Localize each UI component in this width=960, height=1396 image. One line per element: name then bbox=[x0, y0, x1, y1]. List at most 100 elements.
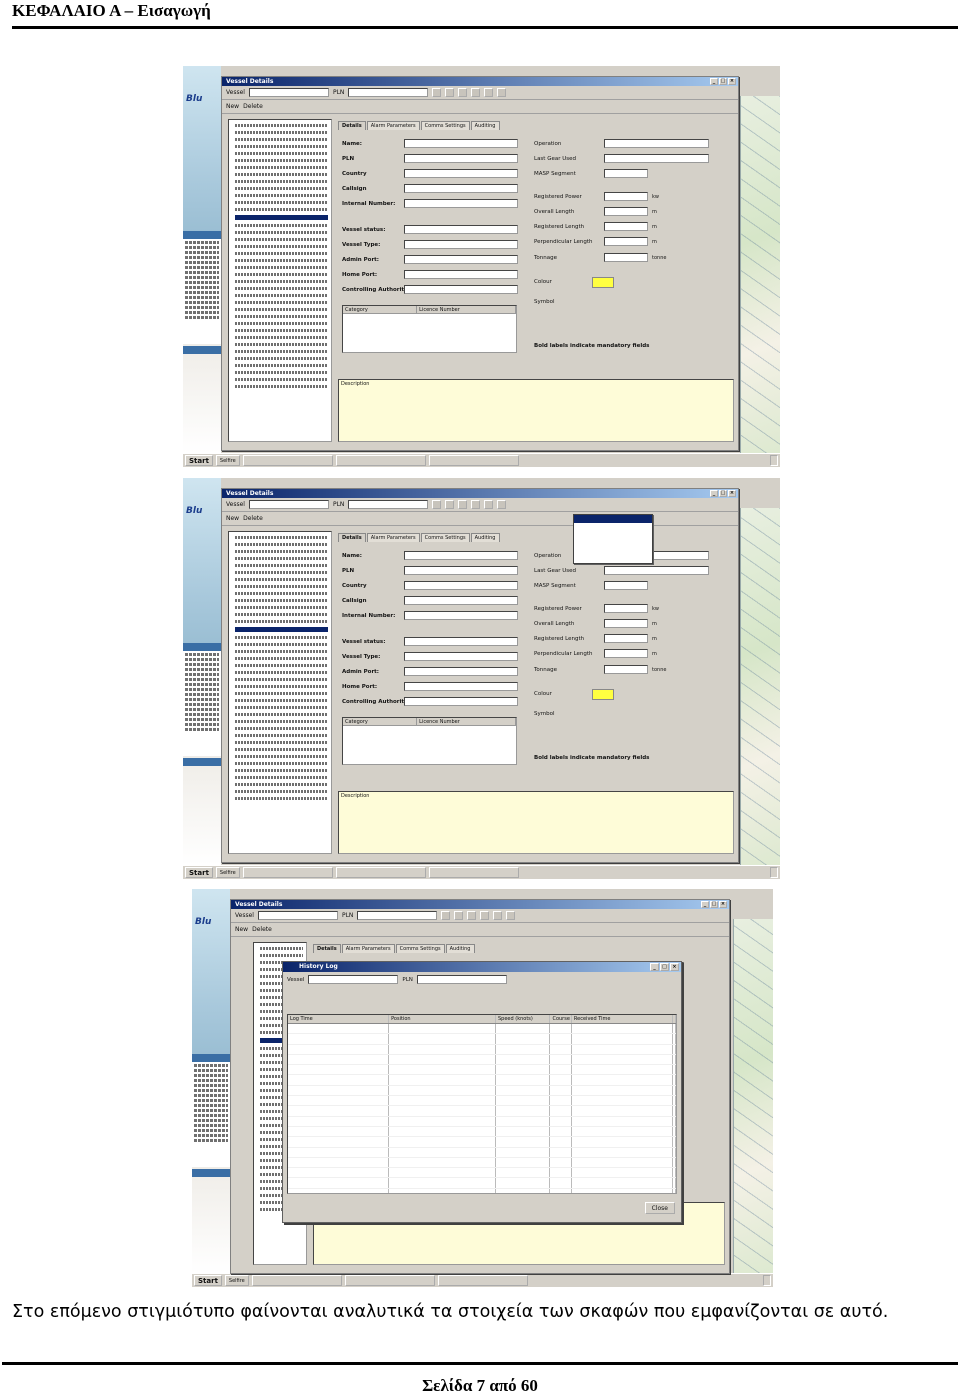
delete-button[interactable]: Delete bbox=[252, 926, 272, 933]
tree-item[interactable] bbox=[235, 620, 328, 623]
field-value[interactable] bbox=[604, 253, 648, 262]
field-value[interactable] bbox=[604, 581, 648, 590]
minimize-icon[interactable]: _ bbox=[710, 490, 718, 497]
field-value[interactable] bbox=[404, 139, 518, 148]
tab[interactable]: Comms Settings bbox=[395, 944, 445, 953]
taskbar-item[interactable] bbox=[428, 455, 519, 466]
side-list[interactable] bbox=[192, 1062, 230, 1167]
licence-grid[interactable]: CategoryLicence Number bbox=[342, 717, 517, 765]
toolbar-icon[interactable] bbox=[458, 88, 468, 97]
tree-item[interactable] bbox=[235, 152, 328, 155]
tab[interactable]: Alarm Parameters bbox=[366, 533, 420, 542]
tab[interactable]: Comms Settings bbox=[420, 533, 470, 542]
tree-item[interactable] bbox=[235, 378, 328, 381]
tree-item[interactable] bbox=[235, 664, 328, 667]
history-table[interactable]: Log Time Position Speed (knots) Course Recei… bbox=[287, 1014, 677, 1194]
side-list[interactable] bbox=[183, 651, 221, 756]
history-row[interactable] bbox=[288, 1126, 676, 1138]
tree-item[interactable] bbox=[235, 776, 328, 779]
tree-item[interactable] bbox=[235, 294, 328, 297]
new-button[interactable]: New bbox=[226, 103, 239, 110]
tree-item[interactable] bbox=[235, 173, 328, 176]
tree-item[interactable] bbox=[235, 287, 328, 290]
minimize-icon[interactable]: _ bbox=[701, 901, 709, 908]
history-row[interactable] bbox=[288, 1137, 676, 1148]
field-value[interactable] bbox=[604, 604, 648, 613]
pln-select[interactable] bbox=[416, 975, 507, 984]
description-field[interactable]: Description bbox=[338, 379, 734, 442]
tree-item[interactable] bbox=[235, 713, 328, 716]
minimize-icon[interactable]: _ bbox=[710, 78, 718, 85]
tab[interactable]: Details bbox=[338, 121, 366, 130]
field-value[interactable] bbox=[604, 237, 648, 246]
menu-item[interactable] bbox=[574, 515, 652, 523]
toolbar-icon[interactable] bbox=[484, 88, 494, 97]
toolbar-icon[interactable] bbox=[467, 911, 477, 920]
tree-item[interactable] bbox=[235, 385, 328, 388]
history-row[interactable] bbox=[288, 1024, 676, 1035]
tree-item[interactable] bbox=[235, 734, 328, 737]
side-list[interactable] bbox=[183, 239, 221, 344]
taskbar-item[interactable] bbox=[428, 867, 519, 878]
field-value[interactable] bbox=[404, 652, 518, 661]
history-row[interactable] bbox=[288, 1168, 676, 1179]
vessel-select[interactable] bbox=[248, 500, 329, 509]
tab[interactable]: Alarm Parameters bbox=[366, 121, 420, 130]
tree-item[interactable] bbox=[235, 650, 328, 653]
field-value[interactable] bbox=[604, 222, 648, 231]
tree-item[interactable] bbox=[260, 947, 303, 950]
tree-item[interactable] bbox=[235, 301, 328, 304]
history-row[interactable] bbox=[288, 1075, 676, 1086]
tree-item[interactable] bbox=[235, 322, 328, 325]
field-value[interactable] bbox=[604, 634, 648, 643]
field-value[interactable] bbox=[404, 184, 518, 193]
history-row[interactable] bbox=[288, 1044, 676, 1055]
history-row[interactable] bbox=[288, 1188, 676, 1193]
tree-item[interactable] bbox=[235, 259, 328, 262]
tree-item[interactable] bbox=[235, 357, 328, 360]
toolbar-icon[interactable] bbox=[506, 911, 516, 920]
tree-item[interactable] bbox=[235, 371, 328, 374]
history-column-header[interactable]: Received Time bbox=[572, 1015, 673, 1023]
map-view[interactable] bbox=[733, 919, 773, 1273]
tab[interactable]: Alarm Parameters bbox=[341, 944, 395, 953]
tab[interactable]: Auditing bbox=[470, 121, 500, 130]
toolbar-icon[interactable] bbox=[493, 911, 503, 920]
close-icon[interactable]: × bbox=[728, 490, 736, 497]
history-row[interactable] bbox=[288, 1106, 676, 1117]
maximize-icon[interactable]: □ bbox=[710, 901, 718, 908]
tree-item[interactable] bbox=[235, 748, 328, 751]
tree-item[interactable] bbox=[235, 783, 328, 786]
toolbar-icon[interactable] bbox=[458, 500, 468, 509]
field-value[interactable] bbox=[404, 285, 518, 294]
history-column-header[interactable]: Course bbox=[550, 1015, 572, 1023]
vessel-tree[interactable] bbox=[228, 119, 332, 442]
menu-item[interactable] bbox=[574, 531, 652, 539]
history-row[interactable] bbox=[288, 1054, 676, 1066]
tree-item[interactable] bbox=[235, 643, 328, 646]
tree-item[interactable] bbox=[235, 636, 328, 639]
pln-select[interactable] bbox=[348, 500, 429, 509]
field-value[interactable] bbox=[404, 682, 518, 691]
tree-item[interactable] bbox=[235, 685, 328, 688]
menu-item[interactable] bbox=[574, 539, 652, 547]
start-button[interactable]: Start bbox=[185, 867, 213, 878]
tree-item[interactable] bbox=[235, 308, 328, 311]
tree-item[interactable] bbox=[235, 797, 328, 800]
field-value[interactable] bbox=[604, 665, 648, 674]
toolbar-icon[interactable] bbox=[480, 911, 490, 920]
tree-item[interactable] bbox=[235, 238, 328, 241]
close-icon[interactable]: × bbox=[728, 78, 736, 85]
tab[interactable]: Comms Settings bbox=[420, 121, 470, 130]
start-button[interactable]: Start bbox=[185, 455, 213, 466]
field-value[interactable] bbox=[404, 697, 518, 706]
tree-item[interactable] bbox=[235, 138, 328, 141]
tree-item[interactable] bbox=[235, 613, 328, 616]
field-value[interactable] bbox=[404, 240, 518, 249]
tree-item[interactable] bbox=[235, 606, 328, 609]
tree-item[interactable] bbox=[235, 755, 328, 758]
history-row[interactable] bbox=[288, 1157, 676, 1169]
tree-item[interactable] bbox=[235, 180, 328, 183]
toolbar-icon[interactable] bbox=[454, 911, 464, 920]
maximize-icon[interactable]: □ bbox=[660, 963, 669, 971]
